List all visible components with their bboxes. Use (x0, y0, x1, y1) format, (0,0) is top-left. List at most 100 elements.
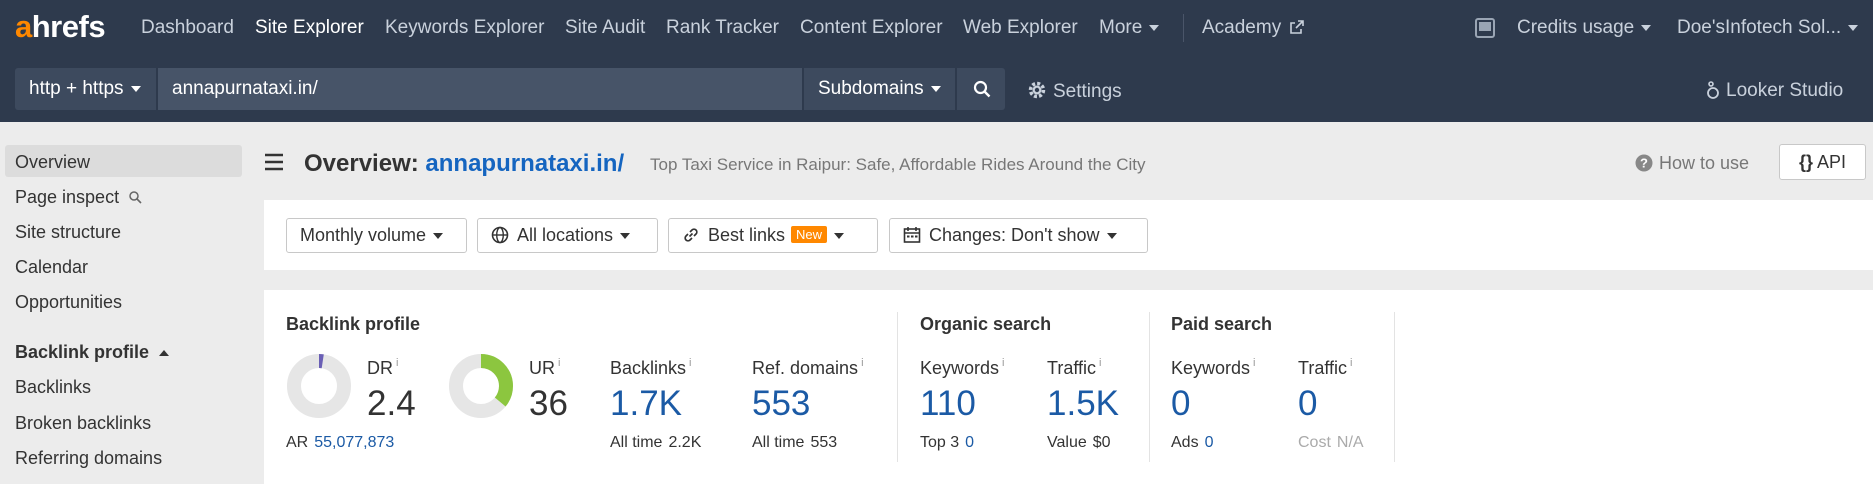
caret-up-icon (159, 350, 170, 356)
monitor-icon[interactable] (1474, 17, 1496, 39)
paid-keywords-label-text: Keywords (1171, 358, 1251, 378)
metrics-divider (1394, 312, 1395, 462)
protocol-select[interactable]: http + https (15, 68, 156, 110)
looker-studio-button[interactable]: Looker Studio (1706, 80, 1843, 102)
ahrefs-logo[interactable]: ahrefs (15, 9, 106, 44)
nav-keywords-explorer[interactable]: Keywords Explorer (385, 17, 544, 39)
locations-label: All locations (517, 225, 614, 245)
nav-academy[interactable]: Academy (1202, 17, 1305, 39)
paid-traffic-value[interactable]: 0 (1298, 383, 1317, 425)
braces-icon: {} (1798, 152, 1813, 172)
dr-label-text: DR (367, 358, 393, 378)
sidebar-item-page-inspect[interactable]: Page inspect (15, 186, 142, 208)
mode-select[interactable]: Subdomains (804, 68, 955, 110)
chevron-down-icon (1641, 24, 1652, 31)
changes-select[interactable]: Changes: Don't show (889, 218, 1148, 253)
top-navigation: ahrefs Dashboard Site Explorer Keywords … (0, 0, 1873, 56)
info-icon[interactable]: i (1099, 357, 1101, 369)
settings-button[interactable]: Settings (1027, 80, 1122, 103)
gear-icon (1028, 81, 1046, 99)
top3-value[interactable]: 0 (965, 434, 974, 451)
info-icon[interactable]: i (558, 357, 560, 369)
top3-label: Top 3 (920, 434, 960, 451)
top3-row: Top 3 0 (920, 433, 974, 453)
backlinks-alltime: All time 2.2K (610, 433, 701, 453)
alltime-value: 2.2K (668, 434, 702, 451)
sidebar-item-calendar[interactable]: Calendar (15, 256, 88, 278)
ar-row: AR 55,077,873 (286, 433, 394, 453)
ads-value[interactable]: 0 (1205, 434, 1214, 451)
ar-value[interactable]: 55,077,873 (314, 434, 394, 451)
monthly-volume-select[interactable]: Monthly volume (286, 218, 467, 253)
nav-site-explorer[interactable]: Site Explorer (255, 17, 364, 39)
credits-usage-menu[interactable]: Credits usage (1517, 17, 1652, 39)
api-button[interactable]: {} API (1779, 144, 1866, 180)
cost-label: Cost (1298, 434, 1331, 451)
calendar-icon (903, 227, 921, 243)
url-input[interactable] (172, 78, 692, 100)
sidebar-item-overview[interactable]: Overview (15, 151, 90, 173)
ref-domains-value[interactable]: 553 (752, 383, 810, 425)
paid-keywords-value[interactable]: 0 (1171, 383, 1190, 425)
page-title-prefix: Overview: (304, 150, 419, 177)
page-title-site[interactable]: annapurnataxi.in/ (425, 150, 624, 177)
nav-rank-tracker[interactable]: Rank Tracker (666, 17, 779, 39)
sidebar-item-site-structure[interactable]: Site structure (15, 221, 121, 243)
svg-text:?: ? (1640, 156, 1648, 171)
alltime-label: All time (752, 434, 805, 451)
backlinks-value[interactable]: 1.7K (610, 383, 682, 425)
nav-content-explorer[interactable]: Content Explorer (800, 17, 943, 39)
locations-select[interactable]: All locations (477, 218, 658, 253)
chevron-down-icon (1149, 24, 1160, 31)
nav-more[interactable]: More (1099, 17, 1160, 39)
dr-label[interactable]: DR i (367, 352, 398, 379)
nav-dashboard[interactable]: Dashboard (141, 17, 234, 39)
alltime-value: 553 (810, 434, 838, 451)
info-icon[interactable]: i (1253, 357, 1255, 369)
info-icon[interactable]: i (1350, 357, 1352, 369)
how-to-use-label: How to use (1659, 153, 1750, 173)
nav-web-explorer[interactable]: Web Explorer (963, 17, 1078, 39)
alltime-label: All time (610, 434, 663, 451)
organic-keywords-value[interactable]: 110 (920, 383, 976, 425)
chevron-down-icon (620, 233, 631, 240)
logo-text: hrefs (31, 9, 106, 44)
ref-domains-alltime: All time 553 (752, 433, 837, 453)
organic-traffic-value[interactable]: 1.5K (1047, 383, 1119, 425)
ur-donut (449, 354, 513, 418)
search-icon (973, 80, 991, 98)
value-amount: $0 (1092, 434, 1111, 451)
value-label: Value (1047, 434, 1087, 451)
best-links-select[interactable]: Best links New (668, 218, 878, 253)
info-icon[interactable]: i (396, 357, 398, 369)
info-icon[interactable]: i (1002, 357, 1004, 369)
sidebar-item-backlinks[interactable]: Backlinks (15, 376, 91, 398)
sidebar-item-referring-domains[interactable]: Referring domains (15, 447, 162, 469)
best-links-label: Best links (708, 225, 786, 245)
sidebar-section-backlink-profile[interactable]: Backlink profile (15, 341, 170, 363)
url-field-wrapper (158, 68, 942, 110)
backlinks-label[interactable]: Backlinks i (610, 352, 691, 379)
organic-traffic-label[interactable]: Traffic i (1047, 352, 1101, 379)
sidebar-item-broken-backlinks[interactable]: Broken backlinks (15, 412, 151, 434)
paid-search-heading: Paid search (1171, 314, 1273, 334)
info-icon[interactable]: i (689, 357, 691, 369)
paid-keywords-label[interactable]: Keywords i (1171, 352, 1255, 379)
how-to-use-link[interactable]: ? How to use (1635, 152, 1749, 174)
account-menu[interactable]: Doe'sInfotech Sol... (1677, 17, 1859, 39)
filter-bar: Monthly volume All locations Best links N… (264, 200, 1873, 270)
paid-traffic-label[interactable]: Traffic i (1298, 352, 1352, 379)
search-button[interactable] (957, 68, 1005, 110)
site-description: Top Taxi Service in Raipur: Safe, Afford… (650, 155, 1146, 174)
dr-donut (287, 354, 351, 418)
ref-domains-label[interactable]: Ref. domains i (752, 352, 864, 379)
organic-keywords-label[interactable]: Keywords i (920, 352, 1004, 379)
hamburger-icon[interactable] (264, 152, 284, 172)
sidebar-item-opportunities[interactable]: Opportunities (15, 291, 122, 313)
nav-site-audit[interactable]: Site Audit (565, 17, 645, 39)
cost-row: Cost N/A (1298, 433, 1364, 453)
ur-label[interactable]: UR i (529, 352, 560, 379)
info-icon[interactable]: i (861, 357, 863, 369)
looker-icon (1707, 81, 1719, 99)
chevron-down-icon (433, 233, 444, 240)
